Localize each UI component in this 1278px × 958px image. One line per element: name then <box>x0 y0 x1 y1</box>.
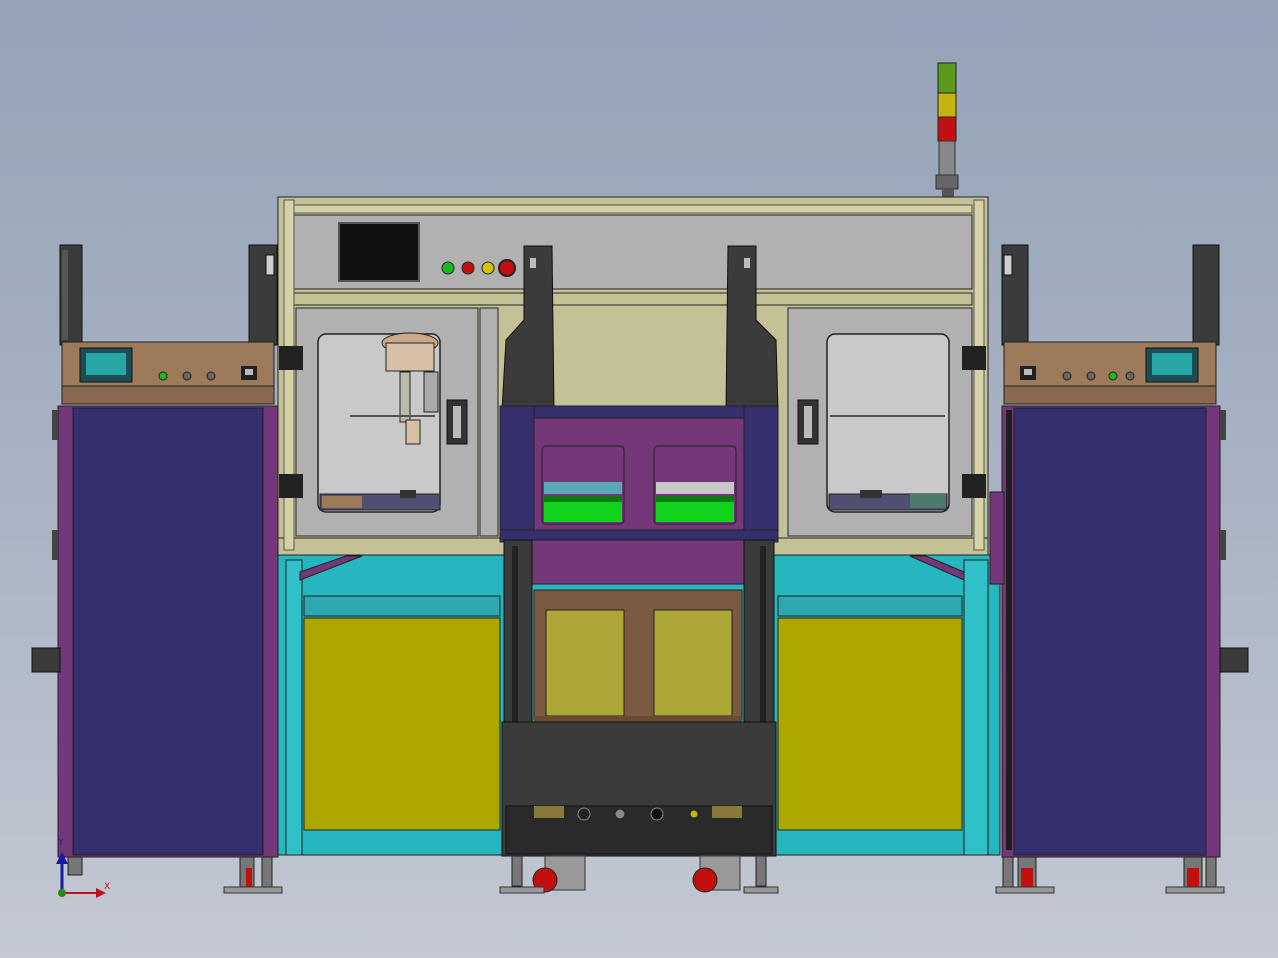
y-axis-label: Y <box>58 838 64 848</box>
stop-button <box>461 261 475 275</box>
indicator-light <box>182 371 192 381</box>
indicator-light <box>206 371 216 381</box>
x-axis-label: X <box>104 882 111 892</box>
cad-viewport[interactable]: Y X <box>0 0 1278 958</box>
start-button <box>441 261 455 275</box>
indicator-light <box>1108 371 1118 381</box>
hmi-screen-icon <box>338 222 420 282</box>
indicator-light <box>1086 371 1096 381</box>
reset-button <box>481 261 495 275</box>
indicator-light <box>1062 371 1072 381</box>
left-cabinet <box>31 244 283 894</box>
yellow-panel-left <box>303 617 501 831</box>
indicator-light <box>1125 371 1135 381</box>
right-cabinet <box>995 244 1249 894</box>
stack-light-icon <box>935 62 959 197</box>
emergency-stop-button <box>498 259 516 277</box>
yellow-panel-right <box>777 617 963 831</box>
window-right <box>826 333 950 513</box>
indicator-light <box>158 371 168 381</box>
